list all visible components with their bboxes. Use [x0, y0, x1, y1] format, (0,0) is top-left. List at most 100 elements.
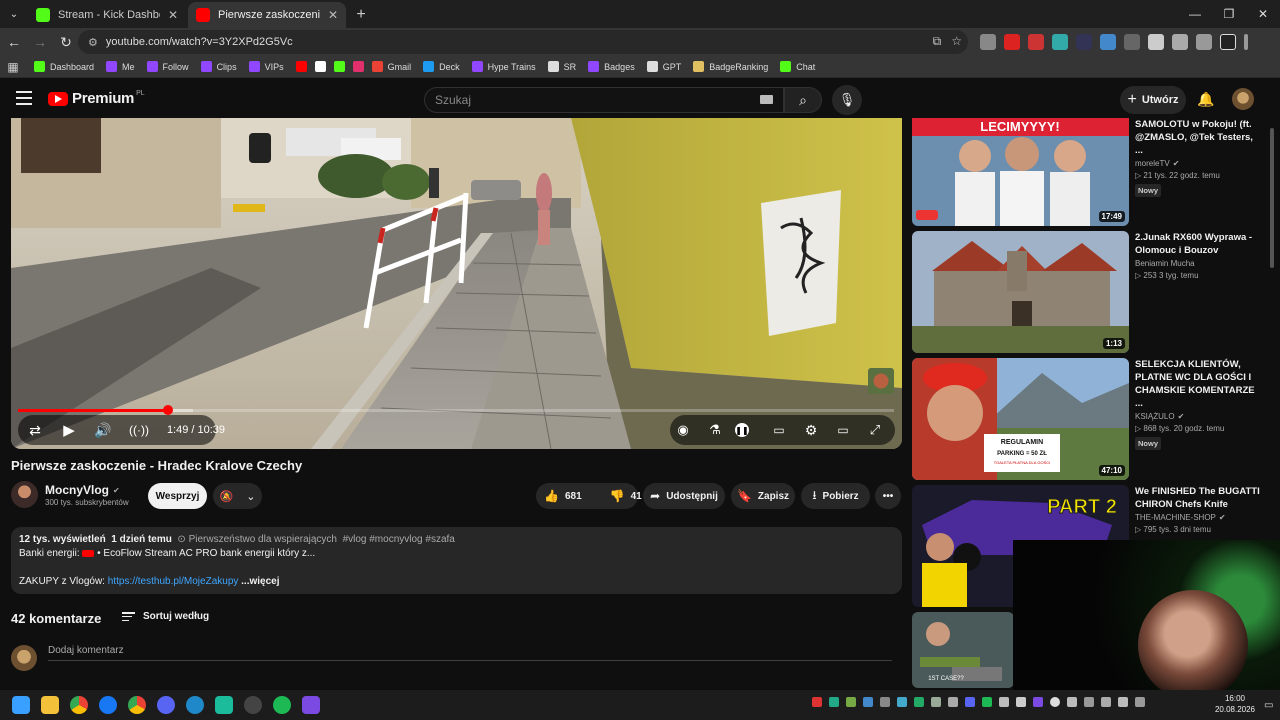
loop-icon[interactable]: ⇄	[25, 420, 45, 440]
experiment-flask-icon[interactable]: ⚗	[705, 420, 725, 440]
profile-icon[interactable]	[1220, 34, 1236, 50]
tray-icon[interactable]	[965, 697, 975, 707]
search-button[interactable]: ⌕	[784, 87, 822, 113]
bookmark-item[interactable]: Gmail	[371, 61, 411, 72]
grid-app-icon[interactable]	[302, 696, 320, 714]
file-explorer-icon[interactable]	[41, 696, 59, 714]
bitwarden-extension-icon[interactable]	[1148, 34, 1164, 50]
bookmark-item[interactable]: Badges	[588, 61, 635, 72]
site-info-icon[interactable]: ⚙	[88, 36, 98, 49]
hamburger-menu-icon[interactable]	[16, 91, 32, 105]
screenshot-camera-icon[interactable]: ◉	[673, 420, 693, 440]
tray-icon[interactable]	[1033, 697, 1043, 707]
blue-extension-icon[interactable]	[1100, 34, 1116, 50]
support-button[interactable]: Wesprzyj	[148, 483, 207, 509]
bookmark-item[interactable]: Chat	[780, 61, 815, 72]
new-tab-button[interactable]: +	[348, 2, 374, 28]
keyboard-icon[interactable]	[760, 95, 773, 104]
adblock-extension-icon[interactable]	[1028, 34, 1044, 50]
windows-start-icon[interactable]	[12, 696, 30, 714]
recommendation-thumbnail[interactable]: 1ST CASE??	[912, 612, 1014, 688]
minimize-icon[interactable]: —	[1178, 0, 1212, 28]
obs-icon[interactable]	[244, 696, 262, 714]
bookmark-item[interactable]	[295, 61, 307, 72]
bookmark-item[interactable]: Me	[106, 61, 135, 72]
tray-icon[interactable]	[829, 697, 839, 707]
discord-icon[interactable]	[157, 696, 175, 714]
bookmark-item[interactable]	[314, 61, 326, 72]
ambient-stable-volume-icon[interactable]: ((·))	[127, 420, 151, 440]
close-window-icon[interactable]: ✕	[1246, 0, 1280, 28]
like-button[interactable]: 👍 681	[536, 483, 590, 509]
bookmark-item[interactable]	[333, 61, 345, 72]
recommendation-thumbnail[interactable]: REGULAMIN PARKING = 50 ZŁ TOALETA PŁATNA…	[912, 358, 1129, 480]
ccleaner-icon[interactable]	[186, 696, 204, 714]
address-bar[interactable]: ⚙ youtube.com/watch?v=3Y2XPd2G5Vc ⧉ ☆	[78, 30, 968, 54]
reload-icon[interactable]: ↻	[54, 30, 78, 54]
bookmark-item[interactable]: Dashboard	[34, 61, 94, 72]
tray-icon[interactable]	[1050, 697, 1060, 707]
tray-icon[interactable]	[931, 697, 941, 707]
bookmark-item[interactable]: GPT	[646, 61, 681, 72]
channel-avatar[interactable]	[11, 481, 38, 508]
show-more-link[interactable]: ...więcej	[241, 576, 279, 587]
scrubber-handle[interactable]	[162, 405, 173, 415]
tab-search-chevron-icon[interactable]: ⌄	[0, 0, 28, 28]
chrome-active-icon[interactable]	[128, 696, 146, 714]
tab-kick-dashboard[interactable]: Stream - Kick Dashboard ✕	[28, 2, 186, 28]
browser-menu-icon[interactable]	[1244, 34, 1248, 50]
seven-tv-extension-icon[interactable]	[1052, 34, 1068, 50]
bookmark-item[interactable]: Clips	[200, 61, 237, 72]
tray-icon[interactable]	[846, 697, 856, 707]
tab-youtube-video[interactable]: Pierwsze zaskoczenie - Hradec ✕	[188, 2, 346, 28]
create-button[interactable]: + Utwórz	[1120, 86, 1186, 114]
shopping-link[interactable]: https://testhub.pl/MojeZakupy	[108, 576, 239, 587]
recommendation-thumbnail[interactable]: 1:13	[912, 231, 1129, 353]
recommendation-title[interactable]: 2.Junak RX600 Wyprawa - Olomouc i Bouzov	[1135, 231, 1260, 257]
audio-app-icon[interactable]	[215, 696, 233, 714]
channel-name-row[interactable]: MocnyVlog ✔	[45, 483, 120, 497]
download-button[interactable]: ⭳ Pobierz	[801, 483, 870, 509]
bookmark-item[interactable]: Hype Trains	[471, 61, 536, 72]
system-clock[interactable]: 16:00 20.08.2026	[1210, 693, 1260, 715]
volume-icon[interactable]: 🔊	[93, 420, 113, 440]
search-input[interactable]: Szukaj	[424, 87, 784, 113]
recommendation-channel[interactable]: moreleTV	[1135, 159, 1170, 168]
tray-icon[interactable]	[982, 697, 992, 707]
red-extension-icon[interactable]	[1004, 34, 1020, 50]
chrome-icon[interactable]	[70, 696, 88, 714]
facebook-icon[interactable]	[99, 696, 117, 714]
play-icon[interactable]: ▶	[59, 420, 79, 440]
bookmark-item[interactable]: SR	[547, 61, 576, 72]
reading-list-icon[interactable]	[1196, 34, 1212, 50]
shield-extension-icon[interactable]	[980, 34, 996, 50]
add-comment-input[interactable]: Dodaj komentarz	[48, 645, 124, 656]
tab-close-icon[interactable]: ✕	[328, 8, 338, 22]
restore-icon[interactable]: ❐	[1212, 0, 1246, 28]
progress-bar[interactable]	[18, 405, 894, 415]
bookmark-item[interactable]: VIPs	[248, 61, 284, 72]
network-icon[interactable]	[1101, 697, 1111, 707]
install-app-icon[interactable]: ⧉	[933, 34, 942, 49]
fullscreen-icon[interactable]: ⤢	[865, 420, 885, 440]
back-arrow-icon[interactable]: ←	[2, 30, 26, 54]
bookmark-item[interactable]: Follow	[146, 61, 189, 72]
channel-watermark[interactable]	[868, 368, 894, 394]
theater-mode-icon[interactable]: ▭	[833, 420, 853, 440]
keyboard-tray-icon[interactable]	[1135, 697, 1145, 707]
bookmark-item[interactable]: BadgeRanking	[693, 61, 768, 72]
recommendation-channel[interactable]: KSIĄŻULO	[1135, 412, 1175, 421]
recommendation-title[interactable]: SELEKCJA KLIENTÓW, PLATNE WC DLA GOŚCI I…	[1135, 358, 1260, 410]
video-player[interactable]: ⇄ ▶ 🔊 ((·)) 1:49 / 10:39 ◉ ⚗ ❚❚ ▭ ⚙ ▭ ⤢	[11, 118, 902, 449]
sidebar-scrollbar[interactable]	[1270, 128, 1274, 268]
tray-icon[interactable]	[812, 697, 822, 707]
recommendation-title[interactable]: SAMOLOTU w Pokoju! (ft. @ZMASLO, @Tek Te…	[1135, 118, 1260, 157]
tray-icon[interactable]	[863, 697, 873, 707]
more-actions-button[interactable]: •••	[875, 483, 901, 509]
tray-icon[interactable]	[914, 697, 924, 707]
share-button[interactable]: ➦ Udostępnij	[643, 483, 725, 509]
tab-close-icon[interactable]: ✕	[168, 8, 178, 22]
bookmark-item[interactable]: Deck	[423, 61, 460, 72]
forward-arrow-icon[interactable]: →	[28, 30, 52, 54]
notifications-bell-icon[interactable]: 🔔	[1196, 89, 1216, 109]
